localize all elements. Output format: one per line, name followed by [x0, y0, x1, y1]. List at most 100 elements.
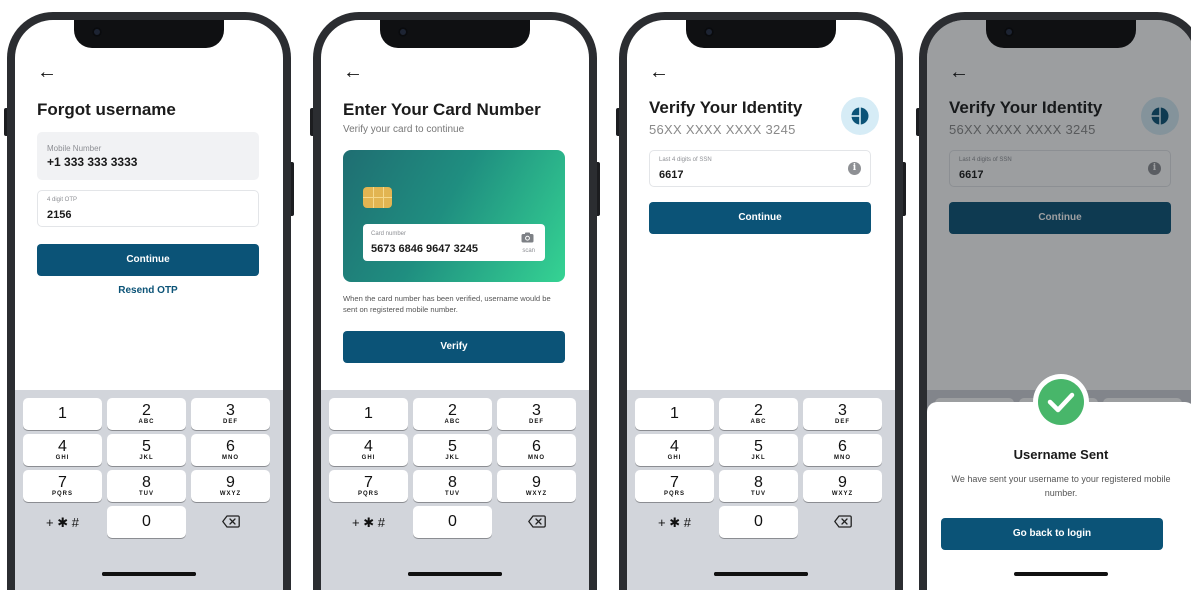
- key-letters: MNO: [834, 455, 851, 461]
- key-3[interactable]: 3DEF: [497, 398, 576, 430]
- key-digit: 2: [754, 402, 763, 419]
- key-digit: 8: [754, 474, 763, 491]
- numeric-keypad: 12ABC3DEF4GHI5JKL6MNO7PQRS8TUV9WXYZ+ ✱ #…: [15, 390, 283, 590]
- backspace-icon[interactable]: [803, 506, 882, 538]
- key-digit: 9: [838, 474, 847, 491]
- field-label: Card number: [371, 231, 407, 237]
- key-digit: 0: [448, 513, 457, 530]
- key-symbols-label: + ✱ #: [352, 515, 385, 530]
- key-letters: JKL: [445, 455, 460, 461]
- key-digit: 0: [142, 513, 151, 530]
- key-letters: PQRS: [357, 491, 379, 497]
- mobile-number-field[interactable]: Mobile Number +1 333 333 3333: [37, 132, 259, 180]
- front-camera: [398, 27, 408, 37]
- key-letters: DEF: [835, 419, 850, 425]
- field-value: +1 333 333 3333: [47, 155, 138, 169]
- key-8[interactable]: 8TUV: [107, 470, 186, 502]
- field-label: 4 digit OTP: [47, 197, 78, 203]
- key-0[interactable]: 0: [413, 506, 492, 538]
- key-7[interactable]: 7PQRS: [329, 470, 408, 502]
- key-8[interactable]: 8TUV: [413, 470, 492, 502]
- key-2[interactable]: 2ABC: [719, 398, 798, 430]
- camera-icon[interactable]: [521, 230, 534, 248]
- key-digit: 3: [532, 402, 541, 419]
- success-sheet: Username Sent We have sent your username…: [927, 374, 1191, 590]
- key-5[interactable]: 5JKL: [413, 434, 492, 466]
- key-4[interactable]: 4GHI: [635, 434, 714, 466]
- key-digit: 1: [364, 405, 373, 422]
- key-digit: 3: [838, 402, 847, 419]
- key-5[interactable]: 5JKL: [107, 434, 186, 466]
- card-number-input[interactable]: Card number 5673 6846 9647 3245 scan: [363, 224, 545, 261]
- go-back-to-login-button[interactable]: Go back to login: [941, 518, 1163, 550]
- key-digit: 9: [226, 474, 235, 491]
- key-symbols[interactable]: + ✱ #: [329, 506, 408, 538]
- back-arrow-icon[interactable]: ←: [37, 62, 57, 82]
- key-6[interactable]: 6MNO: [803, 434, 882, 466]
- key-digit: 1: [670, 405, 679, 422]
- continue-button[interactable]: Continue: [37, 244, 259, 276]
- numeric-keypad: 12ABC3DEF4GHI5JKL6MNO7PQRS8TUV9WXYZ+ ✱ #…: [627, 390, 895, 590]
- key-2[interactable]: 2ABC: [107, 398, 186, 430]
- field-label: Last 4 digits of SSN: [659, 157, 712, 163]
- key-digit: 0: [754, 513, 763, 530]
- backspace-icon[interactable]: [497, 506, 576, 538]
- field-value: 5673 6846 9647 3245: [371, 243, 479, 255]
- key-letters: DEF: [223, 419, 238, 425]
- masked-card-number: 56XX XXXX XXXX 3245: [649, 122, 796, 137]
- key-0[interactable]: 0: [719, 506, 798, 538]
- backspace-icon[interactable]: [191, 506, 270, 538]
- field-value: 6617: [659, 169, 684, 181]
- key-3[interactable]: 3DEF: [803, 398, 882, 430]
- key-4[interactable]: 4GHI: [23, 434, 102, 466]
- key-digit: 9: [532, 474, 541, 491]
- key-7[interactable]: 7PQRS: [23, 470, 102, 502]
- key-2[interactable]: 2ABC: [413, 398, 492, 430]
- key-letters: GHI: [55, 455, 70, 461]
- back-arrow-icon[interactable]: ←: [649, 62, 669, 82]
- key-1[interactable]: 1: [635, 398, 714, 430]
- key-6[interactable]: 6MNO: [191, 434, 270, 466]
- key-digit: 2: [142, 402, 151, 419]
- phone-username-sent: ← Verify Your Identity 56XX XXXX XXXX 32…: [916, 12, 1191, 590]
- key-9[interactable]: 9WXYZ: [497, 470, 576, 502]
- key-digit: 5: [448, 438, 457, 455]
- key-letters: TUV: [445, 491, 460, 497]
- page-subtitle: Verify your card to continue: [343, 124, 465, 135]
- key-6[interactable]: 6MNO: [497, 434, 576, 466]
- key-1[interactable]: 1: [329, 398, 408, 430]
- key-letters: ABC: [138, 419, 155, 425]
- key-7[interactable]: 7PQRS: [635, 470, 714, 502]
- key-letters: WXYZ: [219, 491, 242, 497]
- key-symbols[interactable]: + ✱ #: [635, 506, 714, 538]
- info-icon[interactable]: i: [848, 162, 861, 175]
- notch: [380, 20, 530, 48]
- key-symbols[interactable]: + ✱ #: [23, 506, 102, 538]
- verification-note: When the card number has been verified, …: [343, 294, 551, 314]
- otp-input[interactable]: 4 digit OTP 2156: [37, 190, 259, 227]
- verify-button[interactable]: Verify: [343, 331, 565, 363]
- key-letters: JKL: [751, 455, 766, 461]
- resend-otp-link[interactable]: Resend OTP: [37, 285, 259, 296]
- key-letters: DEF: [529, 419, 544, 425]
- key-5[interactable]: 5JKL: [719, 434, 798, 466]
- key-1[interactable]: 1: [23, 398, 102, 430]
- key-letters: PQRS: [51, 491, 73, 497]
- key-digit: 7: [364, 474, 373, 491]
- key-4[interactable]: 4GHI: [329, 434, 408, 466]
- back-arrow-icon[interactable]: ←: [343, 62, 363, 82]
- continue-button[interactable]: Continue: [649, 202, 871, 234]
- key-digit: 1: [58, 405, 67, 422]
- ssn-input[interactable]: Last 4 digits of SSN 6617 i: [649, 150, 871, 187]
- key-0[interactable]: 0: [107, 506, 186, 538]
- key-9[interactable]: 9WXYZ: [191, 470, 270, 502]
- key-digit: 2: [448, 402, 457, 419]
- key-digit: 6: [226, 438, 235, 455]
- key-9[interactable]: 9WXYZ: [803, 470, 882, 502]
- numeric-keypad: 12ABC3DEF4GHI5JKL6MNO7PQRS8TUV9WXYZ+ ✱ #…: [321, 390, 589, 590]
- key-3[interactable]: 3DEF: [191, 398, 270, 430]
- key-8[interactable]: 8TUV: [719, 470, 798, 502]
- key-digit: 5: [142, 438, 151, 455]
- key-digit: 5: [754, 438, 763, 455]
- front-camera: [1004, 27, 1014, 37]
